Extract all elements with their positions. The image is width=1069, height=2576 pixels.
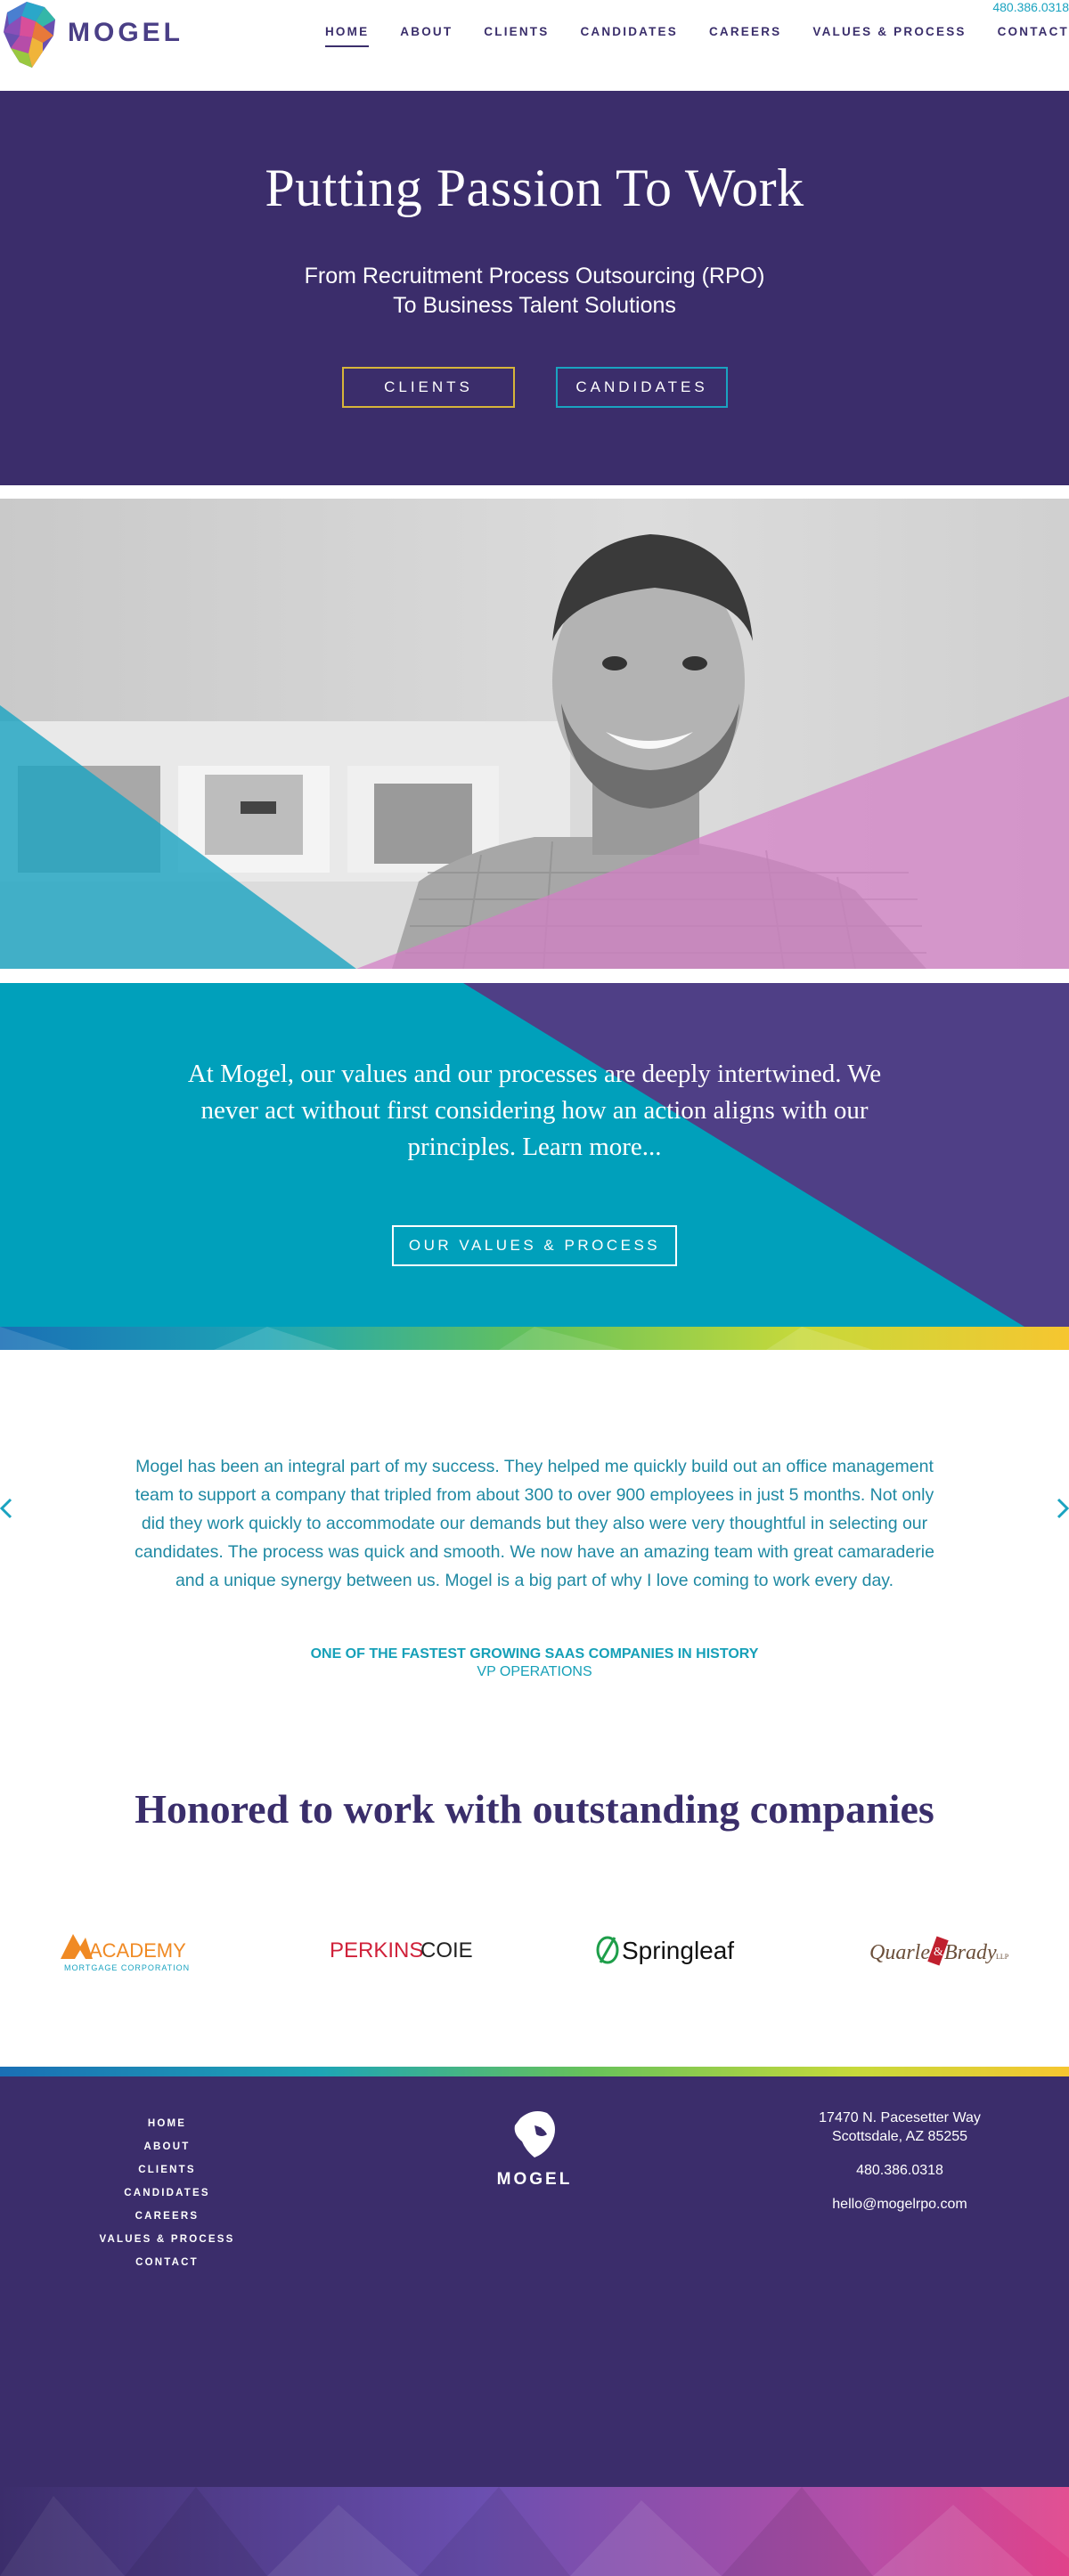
site-header: 480.386.0318 MOGEL HOME ABOUT CLIENTS CA… (0, 0, 1069, 91)
academy-logo-sub: MORTGAGE CORPORATION (64, 1963, 190, 1972)
nav-contact[interactable]: CONTACT (998, 25, 1069, 47)
footer-address-line2: Scottsdale, AZ 85255 (831, 2129, 968, 2144)
footer-nav-candidates[interactable]: CANDIDATES (89, 2182, 245, 2205)
rainbow-stripe (0, 1327, 1069, 1350)
footer-nav-about[interactable]: ABOUT (89, 2135, 245, 2158)
footer-logo[interactable]: MOGEL (481, 2108, 588, 2197)
testimonial-role: VP OPERATIONS (477, 1664, 592, 1679)
quarles-logo-part2: Brady (944, 1941, 997, 1964)
springleaf-logo-icon: Springleaf (596, 1936, 734, 1964)
testimonial-quote: Mogel has been an integral part of my su… (135, 1457, 934, 1590)
footer-nav-home[interactable]: HOME (89, 2112, 245, 2135)
chevron-right-icon[interactable] (1049, 1482, 1069, 1535)
nav-about[interactable]: ABOUT (400, 25, 453, 47)
footer-nav-clients[interactable]: CLIENTS (89, 2158, 245, 2182)
hero-section: Putting Passion To Work From Recruitment… (0, 91, 1069, 485)
footer-nav-values-process[interactable]: VALUES & PROCESS (89, 2228, 245, 2251)
hero-title: Putting Passion To Work (265, 158, 804, 217)
values-section: At Mogel, our values and our processes a… (0, 983, 1069, 1327)
perkins-coie-logo-icon: PERKINS COIE (330, 1938, 473, 1962)
logo-text: MOGEL (68, 18, 184, 47)
perkins-coie-logo: PERKINS COIE (321, 1914, 481, 1986)
hero-subtitle-line2: To Business Talent Solutions (393, 293, 676, 318)
nav-values-process[interactable]: VALUES & PROCESS (812, 25, 966, 47)
testimonial-section: Mogel has been an integral part of my su… (0, 1351, 1069, 1707)
nav-clients[interactable]: CLIENTS (484, 25, 549, 47)
quarles-brady-logo: Quarles & Brady LLP (855, 1914, 1016, 1986)
rainbow-stripe-graphic (0, 1327, 1069, 1350)
values-process-button[interactable]: OUR VALUES & PROCESS (392, 1225, 677, 1266)
quarles-logo-suffix: LLP (996, 1953, 1009, 1961)
footer-polygon-pattern (0, 2487, 1069, 2576)
footer-nav-contact[interactable]: CONTACT (89, 2251, 245, 2274)
footer-logo-text: MOGEL (496, 2170, 573, 2189)
nav-home[interactable]: HOME (324, 25, 370, 47)
hero-subtitle-line1: From Recruitment Process Outsourcing (RP… (304, 264, 765, 288)
lion-logo-icon (4, 2, 55, 68)
lion-white-icon (514, 2111, 555, 2158)
springleaf-logo-name: Springleaf (622, 1937, 734, 1964)
hero-clients-button[interactable]: CLIENTS (342, 367, 515, 408)
quarles-logo-amp: & (934, 1946, 943, 1959)
academy-logo-name: ACADEMY (89, 1939, 186, 1962)
testimonial-company: ONE OF THE FASTEST GROWING SAAS COMPANIE… (310, 1646, 759, 1662)
nav-candidates[interactable]: CANDIDATES (580, 25, 678, 47)
footer-email[interactable]: hello@mogelrpo.com (766, 2195, 1033, 2214)
site-footer: HOME ABOUT CLIENTS CANDIDATES CAREERS VA… (0, 2076, 1069, 2576)
academy-mortgage-logo-icon: ACADEMY MORTGAGE CORPORATION (61, 1934, 190, 1972)
footer-rainbow-stripe (0, 2066, 1069, 2076)
footer-contact: 17470 N. Pacesetter Way Scottsdale, AZ 8… (766, 2109, 1033, 2214)
logo[interactable]: MOGEL (0, 0, 180, 71)
values-text: At Mogel, our values and our processes a… (187, 1060, 882, 1161)
perkins-logo-part1: PERKINS (330, 1938, 423, 1962)
quarles-brady-logo-icon: Quarles & Brady LLP (869, 1936, 1009, 1966)
hero-photo (0, 499, 1069, 969)
footer-address-line1: 17470 N. Pacesetter Way (819, 2110, 981, 2125)
main-nav: HOME ABOUT CLIENTS CANDIDATES CAREERS VA… (294, 25, 1069, 47)
smiling-man-photo (0, 499, 1069, 969)
companies-heading: Honored to work with outstanding compani… (135, 1786, 934, 1832)
footer-nav: HOME ABOUT CLIENTS CANDIDATES CAREERS VA… (89, 2112, 245, 2274)
perkins-logo-part2: COIE (420, 1938, 473, 1962)
header-phone[interactable]: 480.386.0318 (992, 0, 1069, 14)
footer-nav-careers[interactable]: CAREERS (89, 2205, 245, 2228)
academy-logo: ACADEMY MORTGAGE CORPORATION (53, 1914, 214, 1986)
hero-candidates-button[interactable]: CANDIDATES (556, 367, 728, 408)
company-logos: ACADEMY MORTGAGE CORPORATION PERKINS COI… (0, 1914, 1069, 1986)
chevron-left-icon[interactable] (0, 1482, 20, 1535)
hero-subtitle: From Recruitment Process Outsourcing (RP… (0, 262, 1069, 321)
footer-phone[interactable]: 480.386.0318 (766, 2161, 1033, 2180)
nav-careers[interactable]: CAREERS (709, 25, 781, 47)
springleaf-logo: Springleaf (588, 1914, 748, 1986)
footer-rainbow-stripe-graphic (0, 2067, 1069, 2076)
